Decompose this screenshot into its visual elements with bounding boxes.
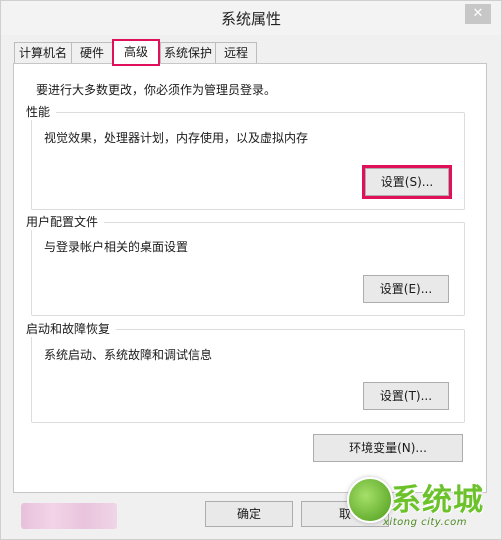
watermark-logo: 系统城 xitong city.com [339, 473, 499, 535]
system-properties-dialog: 系统属性 ✕ 计算机名 硬件 高级 系统保护 远程 要进行大多数更改，你必须作为… [0, 0, 502, 540]
performance-settings-button[interactable]: 设置(S)... [365, 168, 449, 196]
performance-description: 视觉效果，处理器计划，内存使用，以及虚拟内存 [44, 131, 309, 145]
window-title: 系统属性 [220, 10, 281, 28]
tab-remote[interactable]: 远程 [215, 42, 257, 63]
advanced-tab-panel: 要进行大多数更改，你必须作为管理员登录。 性能 视觉效果，处理器计划，内存使用，… [13, 63, 487, 493]
startup-recovery-description: 系统启动、系统故障和调试信息 [44, 348, 213, 362]
title-bar: 系统属性 ✕ [1, 1, 501, 35]
tab-advanced[interactable]: 高级 [112, 39, 160, 66]
close-button[interactable]: ✕ [465, 4, 491, 24]
ok-button[interactable]: 确定 [205, 501, 293, 527]
startup-recovery-group: 启动和故障恢复 系统启动、系统故障和调试信息 设置(T)... [26, 320, 465, 423]
startup-recovery-settings-button[interactable]: 设置(T)... [363, 382, 449, 410]
blurred-region [21, 503, 117, 529]
user-profiles-group: 用户配置文件 与登录帐户相关的桌面设置 设置(E)... [26, 213, 465, 316]
tab-system-protection[interactable]: 系统保护 [160, 42, 216, 63]
user-profiles-settings-button[interactable]: 设置(E)... [363, 275, 449, 303]
watermark-url: xitong city.com [383, 517, 467, 528]
environment-variables-button[interactable]: 环境变量(N)... [313, 434, 463, 462]
user-profiles-description: 与登录帐户相关的桌面设置 [44, 240, 189, 254]
user-profiles-group-label: 用户配置文件 [26, 213, 105, 230]
performance-group: 性能 视觉效果，处理器计划，内存使用，以及虚拟内存 设置(S)... [26, 103, 465, 210]
tab-hardware[interactable]: 硬件 [71, 42, 113, 63]
performance-group-label: 性能 [26, 103, 57, 120]
startup-recovery-group-label: 启动和故障恢复 [26, 320, 117, 337]
admin-notice: 要进行大多数更改，你必须作为管理员登录。 [36, 83, 277, 97]
watermark-logo-text: 系统城 [391, 483, 484, 518]
tab-computer-name[interactable]: 计算机名 [14, 42, 72, 63]
